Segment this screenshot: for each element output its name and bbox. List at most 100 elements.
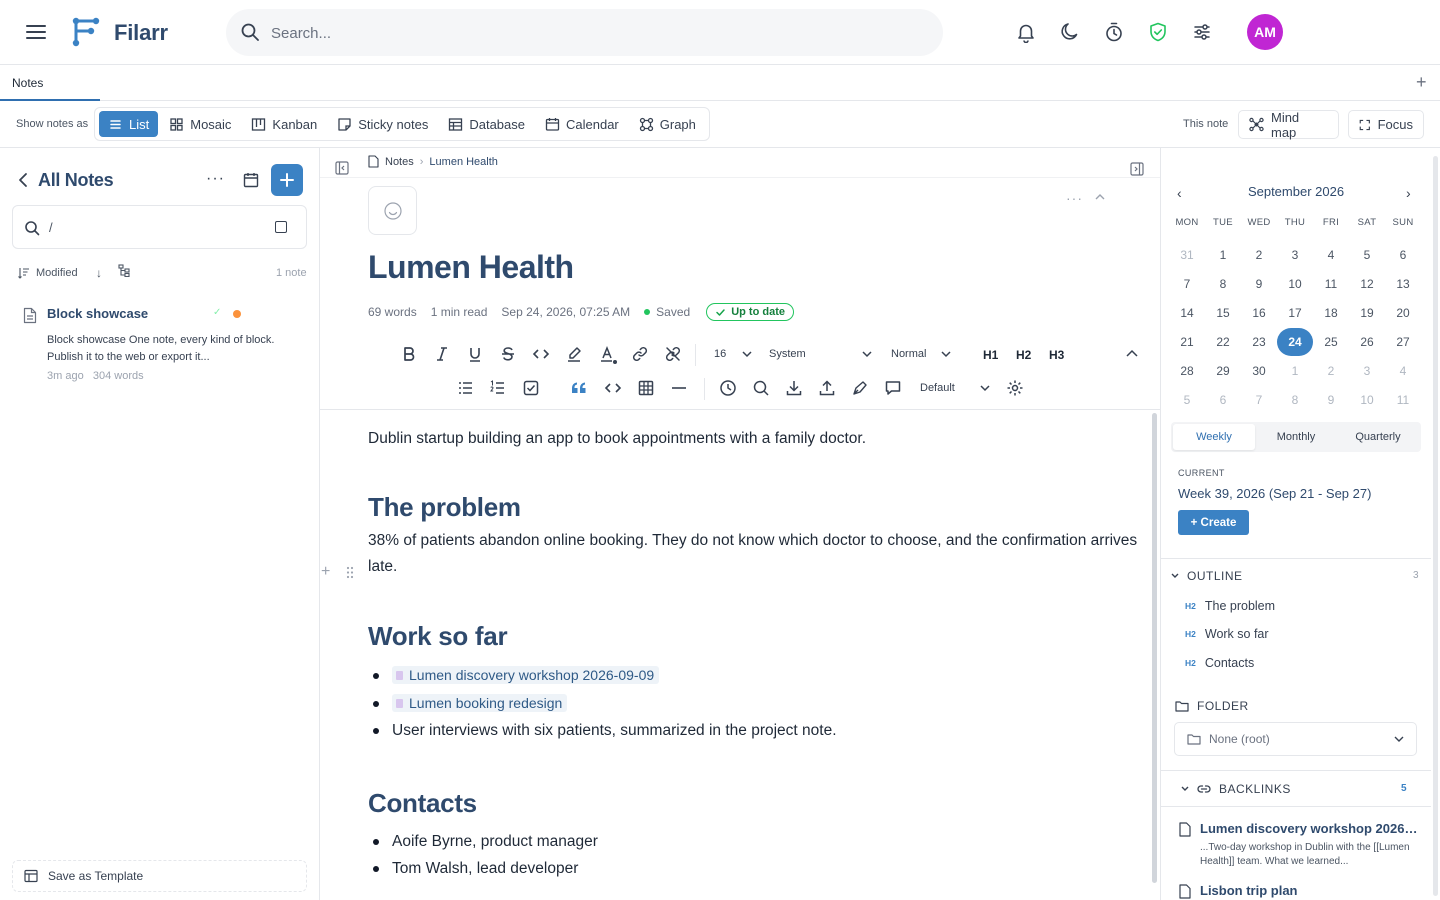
highlighter-icon[interactable]: [565, 345, 583, 363]
backlink-item[interactable]: Lumen discovery workshop 2026-... ...Two…: [1179, 821, 1419, 871]
add-block-icon[interactable]: +: [321, 563, 330, 581]
sort-label[interactable]: Modified: [36, 267, 78, 279]
collapse-header-icon[interactable]: [1094, 192, 1106, 202]
view-sticky-notes-button[interactable]: Sticky notes: [328, 111, 437, 137]
user-avatar[interactable]: AM: [1247, 14, 1283, 50]
calendar-day[interactable]: 3: [1349, 364, 1385, 378]
italic-icon[interactable]: [433, 345, 451, 363]
document-body[interactable]: Dublin startup building an app to book a…: [368, 410, 1148, 882]
problem-paragraph[interactable]: 38% of patients abandon online booking. …: [368, 528, 1148, 580]
view-graph-button[interactable]: Graph: [630, 111, 705, 137]
notes-filter-input[interactable]: /: [12, 205, 307, 249]
calendar-day[interactable]: 17: [1277, 306, 1313, 320]
view-mosaic-button[interactable]: Mosaic: [160, 111, 240, 137]
create-periodic-note-button[interactable]: + Create: [1178, 510, 1249, 535]
calendar-day[interactable]: 11: [1385, 393, 1421, 407]
tab-notes[interactable]: Notes: [0, 65, 100, 101]
note-icon-picker[interactable]: [368, 186, 417, 235]
calendar-day[interactable]: 1: [1277, 364, 1313, 378]
calendar-day[interactable]: 21: [1169, 335, 1205, 349]
calendar-day[interactable]: 1: [1205, 248, 1241, 262]
strikethrough-icon[interactable]: [499, 345, 517, 363]
view-database-button[interactable]: Database: [439, 111, 534, 137]
table-insert-icon[interactable]: [637, 379, 655, 397]
editor-scrollbar[interactable]: [1152, 413, 1157, 883]
view-calendar-button[interactable]: Calendar: [536, 111, 628, 137]
sort-direction-icon[interactable]: ↓: [96, 266, 102, 280]
bold-icon[interactable]: [400, 345, 418, 363]
outline-item[interactable]: H2 Contacts: [1185, 656, 1254, 670]
find-icon[interactable]: [752, 379, 770, 397]
select-mode-checkbox[interactable]: [275, 221, 287, 233]
paragraph-style-select[interactable]: Normal: [885, 342, 957, 366]
calendar-day[interactable]: 18: [1313, 306, 1349, 320]
intro-paragraph[interactable]: Dublin startup building an app to book a…: [368, 426, 1148, 452]
outline-item[interactable]: H2 The problem: [1185, 599, 1275, 613]
add-tab-icon[interactable]: +: [1416, 73, 1427, 91]
settings-gear-icon[interactable]: [1006, 379, 1024, 397]
draw-pen-icon[interactable]: [851, 379, 869, 397]
list-item[interactable]: Tom Walsh, lead developer: [368, 855, 1148, 882]
collapse-toolbar-icon[interactable]: [1126, 349, 1138, 357]
comment-icon[interactable]: [884, 379, 902, 397]
bullet-list-icon[interactable]: [457, 379, 475, 397]
horizontal-rule-icon[interactable]: [670, 379, 688, 397]
tab-monthly[interactable]: Monthly: [1255, 424, 1337, 450]
list-item[interactable]: Block showcase ✓ Block showcase One note…: [12, 298, 308, 388]
save-as-template-button[interactable]: Save as Template: [12, 860, 307, 892]
next-month-chevron-icon[interactable]: ›: [1406, 185, 1411, 201]
add-note-button[interactable]: [271, 164, 303, 196]
calendar-day[interactable]: 7: [1241, 393, 1277, 407]
calendar-day[interactable]: 10: [1277, 277, 1313, 291]
unlink-icon[interactable]: [664, 345, 682, 363]
calendar-icon[interactable]: [243, 172, 259, 188]
sort-icon[interactable]: [18, 267, 30, 279]
share-icon[interactable]: [818, 379, 836, 397]
blockquote-icon[interactable]: [570, 379, 588, 397]
section-heading-contacts[interactable]: Contacts: [368, 788, 1148, 819]
calendar-day[interactable]: 13: [1385, 277, 1421, 291]
list-item[interactable]: Lumen discovery workshop 2026-09-09: [368, 662, 1148, 689]
calendar-day[interactable]: 20: [1385, 306, 1421, 320]
calendar-day[interactable]: 5: [1169, 393, 1205, 407]
more-options-icon[interactable]: ···: [206, 170, 225, 188]
search-input[interactable]: [271, 21, 911, 45]
list-item[interactable]: User interviews with six patients, summa…: [368, 717, 1148, 744]
calendar-day[interactable]: 31: [1169, 248, 1205, 262]
calendar-day[interactable]: 19: [1349, 306, 1385, 320]
calendar-day[interactable]: 22: [1205, 335, 1241, 349]
font-size-select[interactable]: 16: [708, 342, 758, 366]
global-search[interactable]: [226, 9, 943, 56]
list-item[interactable]: Lumen booking redesign: [368, 690, 1148, 717]
calendar-day[interactable]: 3: [1277, 248, 1313, 262]
inline-code-icon[interactable]: [532, 345, 550, 363]
focus-button[interactable]: Focus: [1348, 110, 1424, 139]
folder-select[interactable]: None (root): [1174, 722, 1417, 756]
tab-quarterly[interactable]: Quarterly: [1337, 424, 1419, 450]
calendar-day[interactable]: 8: [1205, 277, 1241, 291]
calendar-day[interactable]: 26: [1349, 335, 1385, 349]
view-kanban-button[interactable]: Kanban: [242, 111, 326, 137]
note-mention-link[interactable]: Lumen booking redesign: [392, 694, 568, 712]
calendar-day[interactable]: 27: [1385, 335, 1421, 349]
section-heading-work[interactable]: Work so far: [368, 621, 1148, 652]
text-color-icon[interactable]: [598, 345, 617, 364]
note-more-icon[interactable]: ···: [1066, 190, 1083, 206]
checklist-icon[interactable]: [522, 379, 540, 397]
numbered-list-icon[interactable]: [489, 379, 507, 397]
page-title[interactable]: Lumen Health: [368, 249, 574, 286]
view-list-button[interactable]: List: [99, 111, 159, 137]
calendar-day[interactable]: 29: [1205, 364, 1241, 378]
calendar-day[interactable]: 8: [1277, 393, 1313, 407]
download-icon[interactable]: [785, 379, 803, 397]
breadcrumb-root[interactable]: Notes: [385, 156, 414, 168]
calendar-day[interactable]: 10: [1349, 393, 1385, 407]
calendar-day[interactable]: 30: [1241, 364, 1277, 378]
font-family-select[interactable]: System: [763, 342, 878, 366]
heading-2-button[interactable]: H2: [1016, 348, 1031, 362]
code-block-icon[interactable]: [604, 379, 622, 397]
calendar-day[interactable]: 23: [1241, 335, 1277, 349]
calendar-day[interactable]: 5: [1349, 248, 1385, 262]
calendar-day[interactable]: 16: [1241, 306, 1277, 320]
outline-header[interactable]: OUTLINE: [1171, 569, 1243, 583]
